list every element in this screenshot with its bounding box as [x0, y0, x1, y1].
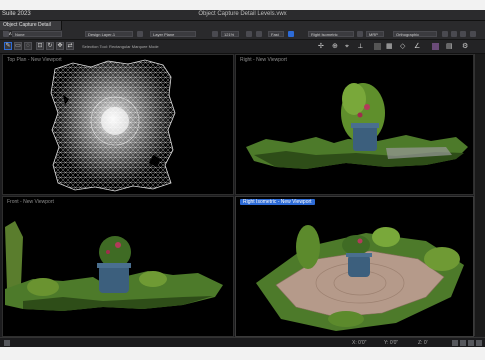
settings-icon[interactable]: ⚙	[462, 43, 468, 50]
viewport-front[interactable]: Front - New Viewport	[2, 196, 234, 337]
render-icon[interactable]	[288, 31, 294, 37]
projection-select[interactable]: Orthographic	[393, 31, 437, 37]
document-title: Object Capture Detail Levels.vwx	[198, 11, 287, 17]
render-settings-icon[interactable]	[357, 31, 363, 37]
tool-bar: ✎ ▭ ◌ ⊡ ↻ ✥ ⇄ Selection Tool: Rectangula…	[0, 40, 485, 54]
zoom-level[interactable]: 121%	[221, 31, 239, 37]
document-tab[interactable]: Object Capture Detail Lev...	[0, 21, 62, 37]
object-snap-icon[interactable]: ◇	[400, 43, 405, 50]
scan-model-front-view	[5, 221, 223, 311]
scan-model-right-view	[246, 83, 468, 169]
color-icon[interactable]	[432, 43, 439, 50]
active-snap-icon[interactable]	[374, 43, 381, 50]
status-bar: X: 0'0" Y: 0'0" Z: 0'	[0, 337, 485, 347]
viewport-icon[interactable]	[470, 31, 476, 37]
pencil-icon[interactable]: ✎	[4, 42, 12, 50]
zoom-icon[interactable]	[212, 31, 218, 37]
view-pane-icon[interactable]	[476, 340, 482, 346]
view-pane-icon[interactable]	[452, 340, 458, 346]
view-bar: Object Capture Detail Lev... None Design…	[0, 21, 485, 40]
layer-options-icon[interactable]	[137, 31, 143, 37]
working-plane-icon[interactable]: ⟂	[358, 43, 363, 50]
renderer-select[interactable]: MRP	[366, 31, 384, 37]
viewport-right[interactable]: Right - New Viewport	[235, 54, 474, 195]
viewport-top-plan[interactable]: Top Plan - New Viewport	[2, 54, 234, 195]
tool-mode-status: Selection Tool: Rectangular Marquee Mode	[82, 44, 159, 49]
view-plane-select[interactable]: Layer Plane	[150, 31, 196, 37]
sheet-icon[interactable]	[460, 31, 466, 37]
view-pane-icon[interactable]	[460, 340, 466, 346]
view-pane-icon[interactable]	[468, 340, 474, 346]
layout-icon[interactable]: ▤	[446, 43, 453, 50]
z-coordinate: Z: 0'	[418, 340, 428, 346]
render-mode[interactable]: Fast	[268, 31, 284, 37]
lasso-icon[interactable]: ◌	[24, 42, 32, 50]
scan-model-isometric-view	[256, 225, 464, 331]
mesh-wireframe-view	[50, 59, 176, 192]
move-icon[interactable]: ✥	[56, 42, 64, 50]
flip-icon[interactable]: ⇄	[66, 42, 74, 50]
angle-snap-icon[interactable]: ∠	[414, 43, 420, 50]
class-select[interactable]: None	[12, 31, 62, 37]
layout-toggle-icon[interactable]	[4, 340, 10, 346]
class-visibility-icon[interactable]	[451, 31, 457, 37]
rotate-icon[interactable]: ↻	[46, 42, 54, 50]
right-panel-strip[interactable]	[474, 54, 485, 336]
layer-select[interactable]: Design Layer-1	[85, 31, 133, 37]
flyover-icon[interactable]	[256, 31, 262, 37]
y-coordinate: Y: 0'0"	[384, 340, 399, 346]
snap-icon[interactable]: ✢	[318, 43, 324, 50]
classes-icon[interactable]	[3, 31, 9, 37]
rect-marquee-icon[interactable]: ▭	[14, 42, 22, 50]
title-bar: Suite 2023 Object Capture Detail Levels.…	[0, 10, 485, 21]
smart-cursor-icon[interactable]: ⌖	[345, 43, 349, 50]
target-icon[interactable]: ⊕	[332, 43, 338, 50]
grid-icon[interactable]: ▦	[386, 43, 393, 50]
application-window: Suite 2023 Object Capture Detail Levels.…	[0, 10, 485, 347]
select-similar-icon[interactable]: ⊡	[36, 42, 44, 50]
x-coordinate: X: 0'0"	[352, 340, 367, 346]
viewport-right-isometric[interactable]: Right Isometric - New Viewport	[235, 196, 474, 337]
layer-visibility-icon[interactable]	[442, 31, 448, 37]
standard-view-select[interactable]: Right Isometric	[308, 31, 354, 37]
pan-icon[interactable]	[246, 31, 252, 37]
